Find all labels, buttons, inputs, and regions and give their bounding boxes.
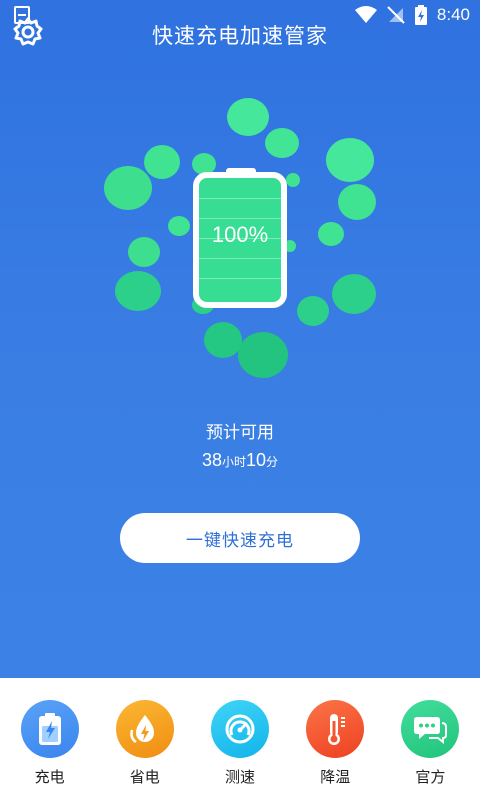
bubble [128, 237, 160, 267]
estimate-minutes-unit: 分 [266, 455, 279, 469]
page-title: 快速充电加速管家 [152, 24, 328, 48]
bubble [326, 138, 374, 182]
bubble [338, 184, 376, 220]
nav-label: 充电 [34, 768, 65, 786]
nav-circle-charge [20, 700, 79, 758]
bubble [238, 332, 288, 378]
speedometer-icon [225, 714, 255, 744]
estimate-hours-unit: 小时 [221, 455, 246, 469]
bubble [144, 145, 180, 179]
thermometer-icon [328, 714, 346, 745]
nav-label: 官方 [415, 768, 446, 786]
nav-item-official[interactable]: 官方 [383, 678, 478, 800]
nav-label: 省电 [129, 768, 160, 786]
nav-circle-official [401, 700, 460, 758]
bottom-nav: 充电 省电 测速 降温 官方 [0, 678, 480, 800]
nav-item-cool-down[interactable]: 降温 [288, 678, 383, 800]
nav-circle-speed-test [211, 700, 269, 758]
chat-icon [414, 717, 448, 744]
bubble [318, 222, 344, 246]
estimate-label: 预计可用 [206, 423, 274, 443]
nav-item-power-save[interactable]: 省电 [97, 678, 192, 800]
nav-label: 测速 [225, 768, 256, 786]
bubble [265, 128, 299, 158]
main-screen: 8:40 快速充电加速管家 100% 预计可用 38小时10分 一键快速充电 [0, 0, 480, 678]
bubble [297, 296, 329, 326]
estimate-minutes: 10 [246, 450, 267, 470]
nav-item-speed-test[interactable]: 测速 [192, 678, 287, 800]
estimate-time: 38小时10分 [0, 450, 480, 471]
battery-percent: 100% [211, 222, 269, 247]
bubble [104, 166, 152, 210]
nav-item-charge[interactable]: 充电 [2, 678, 97, 800]
power-save-icon [130, 715, 154, 744]
bubble [227, 98, 269, 136]
estimate-hours: 38 [201, 450, 222, 470]
bubble [115, 271, 161, 311]
bubble [168, 216, 190, 236]
bubble [204, 322, 242, 358]
bubble [286, 173, 300, 187]
nav-circle-cool-down [306, 700, 365, 758]
nav-label: 降温 [320, 768, 351, 786]
bubble [332, 274, 376, 314]
quick-charge-button[interactable]: 一键快速充电 [120, 513, 360, 563]
battery-icon [38, 713, 61, 745]
nav-circle-power-save [115, 700, 174, 758]
